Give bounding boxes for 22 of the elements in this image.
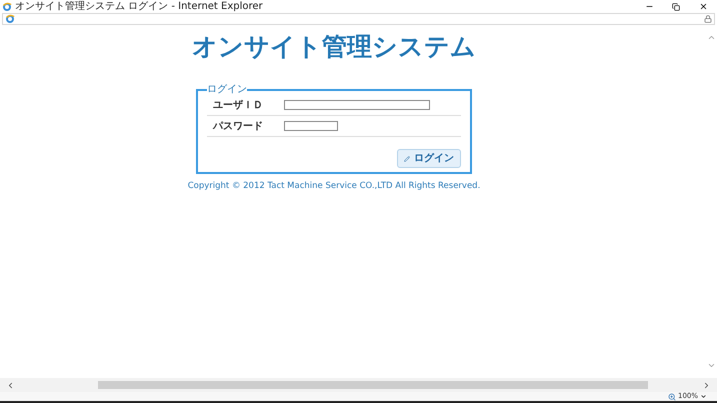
scroll-up-icon[interactable]	[707, 33, 716, 42]
scroll-right-icon[interactable]	[702, 380, 711, 390]
panel-legend: ログイン	[207, 85, 247, 95]
close-icon	[698, 2, 708, 11]
dropdown-icon[interactable]	[700, 393, 707, 400]
restore-icon	[672, 2, 680, 10]
field-label: ユーザＩＤ	[212, 98, 264, 112]
scrollbar-thumb[interactable]	[98, 381, 648, 389]
browser-logo-icon	[5, 14, 15, 24]
copyright-text: Copyright © 2012 Tact Machine Service CO.,LTD All Rights Reserved.	[188, 180, 480, 193]
login-button[interactable]: ログイン	[397, 149, 461, 168]
text-field[interactable]	[284, 100, 430, 110]
lock-icon	[704, 15, 712, 23]
scroll-down-icon[interactable]	[707, 361, 716, 370]
zoom-icon	[668, 392, 676, 400]
window-title: オンサイト管理システム ログイン - Internet Explorer	[15, 2, 263, 12]
pencil-icon	[404, 156, 410, 162]
horizontal-scrollbar[interactable]	[0, 378, 717, 392]
field-label: パスワード	[212, 120, 264, 134]
text-field[interactable]	[284, 121, 338, 131]
page-heading: オンサイト管理システム	[192, 31, 476, 63]
scroll-left-icon[interactable]	[6, 380, 15, 390]
